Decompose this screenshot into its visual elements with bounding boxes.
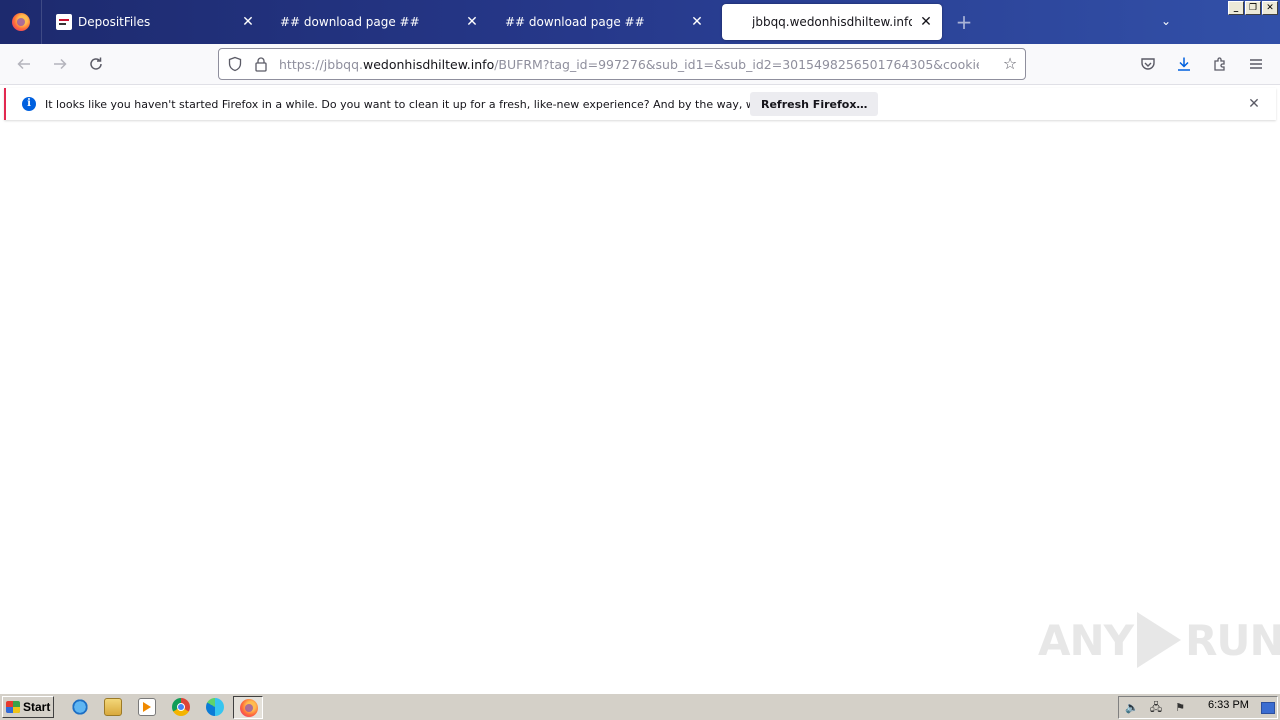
notification-message: It looks like you haven't started Firefo… (45, 97, 829, 111)
taskbar-firefox-button[interactable] (233, 696, 263, 719)
file-explorer-icon[interactable] (104, 698, 122, 716)
restore-button[interactable]: ❐ (1245, 1, 1261, 15)
speaker-icon[interactable]: 🔈 (1125, 701, 1139, 715)
url-prefix: https://jbbqq. (279, 56, 363, 72)
windows-logo-icon (6, 701, 20, 713)
url-path: /BUFRM?tag_id=997276&sub_id1=&sub_id2=30… (494, 56, 979, 72)
play-icon (143, 702, 151, 712)
tab-active-site[interactable]: jbbqq.wedonhisdhiltew.info/BUFRM ✕ (722, 4, 942, 40)
start-label: Start (23, 700, 51, 714)
media-player-icon[interactable] (138, 698, 156, 716)
edge-icon[interactable] (206, 698, 224, 716)
close-window-button[interactable]: ✕ (1262, 1, 1278, 15)
new-tab-button[interactable]: + (954, 12, 974, 32)
lock-icon[interactable] (253, 56, 269, 72)
refresh-firefox-notification: i It looks like you haven't started Fire… (4, 88, 1276, 120)
tab-title: ## download page ## (280, 15, 420, 29)
watermark-left-text: ANY (1038, 615, 1134, 665)
start-button[interactable]: Start (2, 696, 54, 718)
firefox-logo-icon (240, 699, 258, 717)
tab-strip: DepositFiles ✕ ## download page ## ✕ ## … (0, 0, 1280, 44)
star-icon[interactable]: ☆ (1001, 55, 1019, 73)
page-content (0, 124, 1280, 692)
minimize-button[interactable]: _ (1228, 1, 1244, 15)
show-desktop-icon[interactable] (1261, 702, 1275, 714)
close-icon[interactable]: ✕ (1246, 96, 1262, 112)
play-icon (1137, 612, 1182, 668)
tab-download-page-1[interactable]: ## download page ## ✕ (274, 4, 488, 40)
download-icon[interactable] (1172, 52, 1196, 76)
tracking-protection-shield-icon[interactable] (227, 56, 243, 72)
network-icon[interactable]: 🖧 (1149, 701, 1163, 715)
close-tab-icon[interactable]: ✕ (918, 14, 934, 30)
chrome-icon[interactable] (172, 698, 190, 716)
back-arrow-icon[interactable] (12, 52, 36, 76)
flag-icon[interactable]: ⚑ (1173, 701, 1187, 715)
firefox-logo-icon (11, 13, 30, 31)
depositfiles-favicon-icon (56, 14, 72, 30)
tab-title: jbbqq.wedonhisdhiltew.info/BUFRM (752, 15, 912, 29)
tab-title: ## download page ## (505, 15, 645, 29)
internet-explorer-icon[interactable] (71, 698, 89, 716)
forward-arrow-icon[interactable] (48, 52, 72, 76)
url-text[interactable]: https://jbbqq.wedonhisdhiltew.info/BUFRM… (279, 57, 979, 72)
reload-icon[interactable] (84, 52, 108, 76)
tab-title: DepositFiles (78, 15, 151, 29)
url-bar[interactable]: https://jbbqq.wedonhisdhiltew.info/BUFRM… (218, 48, 1026, 80)
navigation-toolbar: https://jbbqq.wedonhisdhiltew.info/BUFRM… (0, 44, 1280, 85)
close-tab-icon[interactable]: ✕ (689, 14, 705, 30)
taskbar: Start 🔈 🖧 ⚑ 6:33 PM (0, 693, 1280, 720)
tab-download-page-2[interactable]: ## download page ## ✕ (499, 4, 713, 40)
url-host: wedonhisdhiltew.info (363, 56, 495, 72)
chrome-center-icon (177, 703, 185, 711)
list-all-tabs-icon[interactable]: ⌄ (1158, 14, 1174, 30)
system-tray: 🔈 🖧 ⚑ (1118, 696, 1278, 719)
tab-depositfiles[interactable]: DepositFiles ✕ (50, 4, 264, 40)
close-tab-icon[interactable]: ✕ (240, 14, 256, 30)
close-tab-icon[interactable]: ✕ (464, 14, 480, 30)
firefox-view-button[interactable] (0, 0, 42, 44)
hamburger-menu-icon[interactable] (1244, 52, 1268, 76)
anyrun-watermark: ANY RUN (1038, 608, 1280, 672)
extensions-icon[interactable] (1208, 52, 1232, 76)
clock: 6:33 PM (1208, 699, 1249, 711)
pocket-icon[interactable] (1136, 52, 1160, 76)
watermark-right-text: RUN (1185, 615, 1280, 665)
info-icon: i (22, 97, 36, 111)
refresh-firefox-button[interactable]: Refresh Firefox… (750, 92, 879, 116)
